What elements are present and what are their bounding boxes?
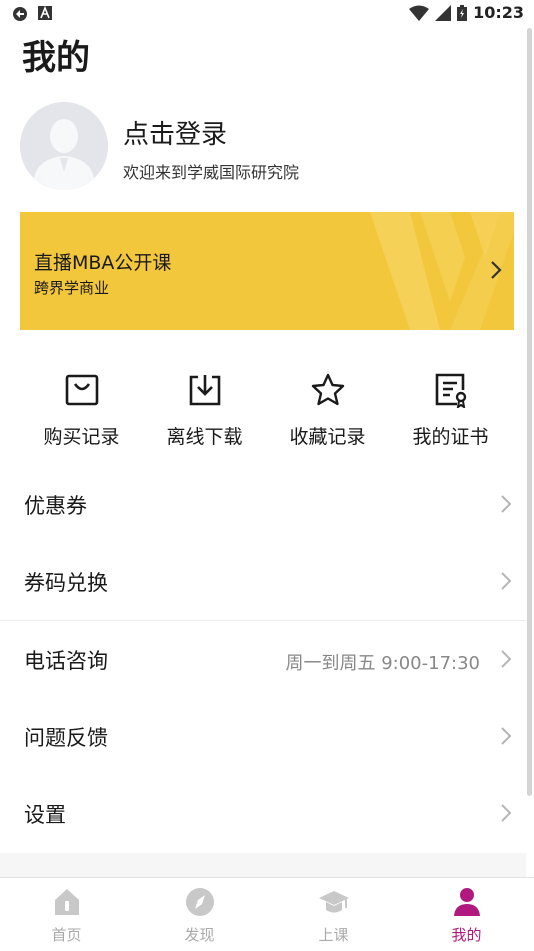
font-a-icon	[38, 6, 52, 20]
mba-banner[interactable]: 直播MBA公开课 跨界学商业	[20, 212, 514, 330]
chevron-right-icon	[501, 572, 512, 590]
quick-label: 收藏记录	[289, 426, 366, 448]
avatar[interactable]	[20, 102, 108, 190]
tab-label: 发现	[184, 926, 215, 944]
chevron-right-icon	[501, 650, 512, 668]
login-link[interactable]: 点击登录	[123, 114, 227, 151]
quick-offline-download[interactable]: 离线下载	[143, 372, 266, 449]
sync-icon	[13, 7, 27, 21]
bottom-gap	[0, 853, 526, 877]
download-icon	[189, 375, 220, 406]
menu-label: 电话咨询	[24, 649, 108, 673]
menu-label: 设置	[24, 803, 66, 827]
menu-label: 问题反馈	[24, 726, 108, 750]
status-bar: 10:23	[0, 0, 534, 28]
person-icon	[453, 888, 480, 916]
profile-section[interactable]: 点击登录 欢迎来到学威国际研究院	[20, 102, 514, 192]
signal-icon	[435, 4, 452, 21]
tab-label: 上课	[318, 926, 349, 944]
quick-purchase-records[interactable]: 购买记录	[20, 372, 143, 449]
banner-subtitle: 跨界学商业	[34, 279, 110, 297]
scrollbar[interactable]	[527, 28, 532, 796]
menu-label: 优惠券	[24, 494, 87, 518]
tab-home[interactable]: 首页	[0, 886, 133, 945]
quick-label: 离线下载	[166, 426, 243, 448]
consult-hours: 周一到周五 9:00-17:30	[285, 653, 480, 674]
quick-label: 我的证书	[412, 426, 489, 448]
quick-actions: 购买记录 离线下载 收藏记录 我的证书	[0, 372, 534, 452]
quick-favorites[interactable]: 收藏记录	[266, 372, 389, 449]
certificate-icon	[435, 373, 466, 408]
chevron-right-icon	[501, 495, 512, 513]
shopping-bag-icon	[65, 374, 98, 406]
home-icon	[54, 889, 79, 915]
menu-label: 券码兑换	[24, 571, 108, 595]
chevron-right-icon	[501, 727, 512, 745]
graduation-cap-icon	[318, 891, 349, 913]
menu-settings[interactable]: 设置	[0, 775, 534, 852]
status-time: 10:23	[473, 3, 524, 22]
default-avatar-icon	[20, 102, 108, 190]
welcome-text: 欢迎来到学威国际研究院	[123, 163, 300, 182]
wifi-icon	[409, 5, 430, 21]
quick-certificates[interactable]: 我的证书	[389, 372, 512, 449]
menu-code-redeem[interactable]: 券码兑换	[0, 543, 534, 620]
bottom-tab-bar: 首页 发现 上课 我的	[0, 877, 534, 951]
banner-title: 直播MBA公开课	[34, 252, 172, 274]
tab-discover[interactable]: 发现	[133, 886, 266, 945]
chevron-right-icon	[491, 261, 502, 279]
tab-label: 我的	[451, 926, 482, 944]
tab-classes[interactable]: 上课	[267, 886, 400, 945]
menu-phone-consult[interactable]: 电话咨询 周一到周五 9:00-17:30	[0, 621, 534, 698]
quick-label: 购买记录	[43, 426, 120, 448]
status-left-icons	[12, 6, 52, 22]
status-right-icons: 10:23	[409, 3, 524, 22]
chevron-right-icon	[501, 804, 512, 822]
compass-icon	[185, 888, 214, 916]
star-icon	[311, 373, 344, 406]
page-title: 我的	[22, 38, 90, 78]
tab-mine[interactable]: 我的	[400, 886, 533, 945]
menu-coupons[interactable]: 优惠券	[0, 466, 534, 543]
battery-icon	[457, 4, 468, 21]
tab-label: 首页	[51, 926, 82, 944]
menu-feedback[interactable]: 问题反馈	[0, 698, 534, 775]
